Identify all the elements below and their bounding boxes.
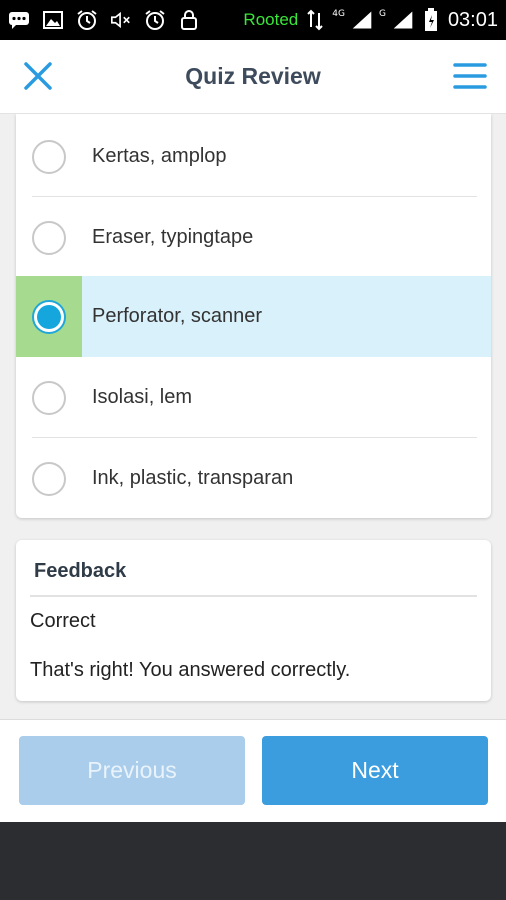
previous-button[interactable]: Previous (19, 736, 245, 805)
mute-icon (110, 9, 132, 31)
correct-indicator (16, 276, 82, 357)
menu-icon (453, 61, 487, 95)
menu-button[interactable] (450, 58, 490, 98)
radio-button-selected[interactable] (32, 299, 66, 334)
radio-wrap (16, 116, 82, 197)
option-item-selected[interactable]: Perforator, scanner (16, 276, 491, 357)
network-4g-label: 4G (332, 9, 345, 19)
content-area: Kertas, amplop Eraser, typingtape Perfor… (0, 114, 506, 719)
option-item[interactable]: Eraser, typingtape (16, 197, 491, 278)
divider (30, 595, 477, 597)
feedback-card: Feedback Correct That's right! You answe… (16, 540, 491, 701)
next-button[interactable]: Next (262, 736, 488, 805)
signal-icon (392, 9, 414, 31)
signal-icon (351, 9, 373, 31)
options-card: Kertas, amplop Eraser, typingtape Perfor… (16, 114, 491, 518)
page-title: Quiz Review (185, 63, 321, 89)
option-label: Kertas, amplop (92, 145, 227, 167)
system-nav-area (0, 822, 506, 900)
radio-button[interactable] (32, 139, 66, 174)
alarm-icon (144, 9, 166, 31)
chat-icon (8, 9, 30, 31)
bottom-nav: Previous Next (0, 719, 506, 822)
radio-wrap (16, 197, 82, 278)
feedback-message: That's right! You answered correctly. (30, 659, 351, 681)
network-g-label: G (378, 9, 386, 19)
alarm-icon (76, 9, 98, 31)
option-label: Perforator, scanner (92, 305, 263, 327)
option-label: Ink, plastic, transparan (92, 467, 294, 489)
option-label: Isolasi, lem (92, 386, 193, 408)
radio-wrap (16, 357, 82, 438)
radio-dot (37, 304, 61, 329)
battery-icon (420, 8, 442, 31)
close-button[interactable] (18, 58, 58, 98)
feedback-title: Feedback (34, 560, 127, 582)
clock: 03:01 (447, 8, 498, 31)
radio-button[interactable] (32, 220, 66, 255)
rooted-label: Rooted (243, 10, 299, 29)
image-icon (42, 9, 64, 31)
data-arrows-icon (304, 9, 326, 31)
option-item[interactable]: Ink, plastic, transparan (16, 438, 491, 518)
option-label: Eraser, typingtape (92, 226, 254, 248)
app-bar: Quiz Review (0, 40, 506, 114)
option-item[interactable]: Isolasi, lem (16, 357, 491, 438)
lock-icon (178, 9, 200, 31)
radio-button[interactable] (32, 461, 66, 496)
option-item[interactable]: Kertas, amplop (16, 116, 491, 197)
feedback-status: Correct (30, 610, 96, 632)
close-icon (22, 60, 54, 96)
radio-button[interactable] (32, 380, 66, 415)
status-bar: Rooted 4G G 03:01 (0, 0, 506, 40)
radio-wrap (16, 438, 82, 518)
